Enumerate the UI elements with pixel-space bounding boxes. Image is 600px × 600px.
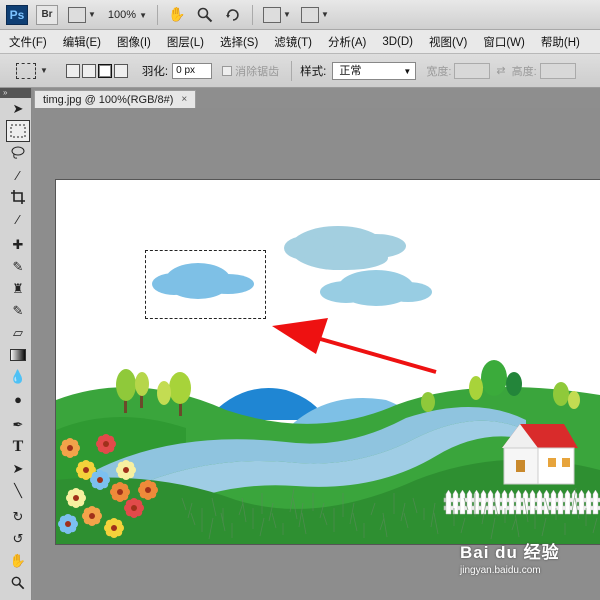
menu-window[interactable]: 窗口(W) (475, 34, 533, 50)
divider (157, 4, 159, 25)
chevron-down-icon: ▼ (283, 10, 291, 19)
menu-analysis[interactable]: 分析(A) (320, 34, 374, 50)
line-tool-icon[interactable]: ╲ (6, 480, 30, 502)
dodge-tool-icon[interactable]: ● (6, 388, 30, 410)
zoom-value: 100% (107, 8, 137, 21)
width-label: 宽度: (426, 65, 452, 78)
antialias-label: 消除锯齿 (235, 65, 280, 78)
watermark-brand: Bai du 经验 (460, 543, 560, 562)
magic-wand-tool-icon[interactable]: ⁄ (6, 164, 30, 186)
gradient-tool-icon[interactable] (6, 344, 30, 366)
baidu-watermark: Bai du 经验 jingyan.baidu.com (460, 538, 560, 576)
cloud-large (284, 226, 406, 270)
path-selection-tool-icon[interactable]: ➤ (6, 458, 30, 480)
hand-tool-icon[interactable]: ✋ (168, 6, 186, 24)
type-tool-icon[interactable]: T (6, 436, 30, 458)
pen-tool-icon[interactable]: ✒ (6, 414, 30, 436)
menu-select[interactable]: 选择(S) (212, 34, 266, 50)
chevron-down-icon: ▼ (139, 10, 148, 20)
app-bar: Ps Br ▼ 100% ▼ ✋ ▼ ▼ (0, 0, 600, 30)
watermark-url: jingyan.baidu.com (460, 565, 541, 576)
menu-file[interactable]: 文件(F) (0, 34, 55, 50)
height-input[interactable] (539, 62, 576, 79)
photoshop-logo[interactable]: Ps (6, 4, 28, 25)
zoom-tool-icon[interactable] (6, 572, 30, 594)
menu-view[interactable]: 视图(V) (421, 34, 475, 50)
menu-3d[interactable]: 3D(D) (374, 36, 421, 48)
marquee-selection[interactable] (145, 250, 266, 319)
lasso-tool-icon[interactable] (6, 142, 30, 164)
crop-tool-icon[interactable] (6, 186, 30, 208)
subtract-from-selection-button[interactable] (97, 63, 112, 78)
screen-mode-icon (300, 6, 319, 23)
launch-minibridge-button[interactable]: ▼ (68, 6, 96, 23)
menu-help[interactable]: 帮助(H) (533, 34, 588, 50)
menu-image[interactable]: 图像(I) (109, 34, 159, 50)
chevron-down-icon[interactable]: ▼ (40, 66, 48, 75)
tools-panel-collapse[interactable]: » (0, 88, 31, 98)
tools-panel: » ➤ ⁄ ⁄ ✚ ✎ ♜ ✎ ▱ 💧 ● ✒ T ➤ ╲ ↻ ↺ ✋ ◧ ↕ (0, 88, 32, 600)
rectangular-marquee-tool-icon[interactable] (6, 120, 30, 142)
chevron-down-icon: ▼ (320, 10, 329, 19)
menu-filter[interactable]: 滤镜(T) (266, 34, 320, 50)
zoom-tool-icon[interactable] (196, 6, 214, 24)
clone-stamp-tool-icon[interactable]: ♜ (6, 278, 30, 300)
menu-edit[interactable]: 编辑(E) (55, 34, 109, 50)
eyedropper-tool-icon[interactable]: ⁄ (6, 208, 30, 230)
healing-brush-tool-icon[interactable]: ✚ (6, 234, 30, 256)
document-tab[interactable]: timg.jpg @ 100%(RGB/8#) × (34, 90, 197, 108)
height-label: 高度: (511, 65, 537, 78)
blur-tool-icon[interactable]: 💧 (6, 366, 30, 388)
rotate-view-icon[interactable] (224, 6, 242, 24)
film-strip-icon (68, 6, 86, 23)
house (502, 424, 578, 485)
options-bar: ▼ 羽化: 0 px 消除锯齿 样式: 正常 宽度: ⇄ 高度: (0, 54, 600, 88)
move-tool-icon[interactable]: ➤ (6, 98, 30, 120)
selection-mode-group (65, 63, 128, 78)
close-icon[interactable]: × (181, 94, 187, 105)
swap-colors-icon[interactable]: ◧ ↕ (6, 594, 30, 600)
menu-bar: 文件(F) 编辑(E) 图像(I) 图层(L) 选择(S) 滤镜(T) 分析(A… (0, 30, 600, 54)
annotation-arrow (272, 318, 437, 374)
intersect-selection-button[interactable] (113, 63, 128, 78)
layout-icon (263, 6, 282, 23)
feather-label: 羽化: (141, 65, 169, 78)
rectangular-marquee-preset-icon[interactable] (16, 62, 36, 79)
3d-rotate-tool-icon[interactable]: ↻ (6, 506, 30, 528)
style-label: 样式: (300, 65, 327, 78)
divider (252, 4, 254, 25)
swap-icon[interactable]: ⇄ (496, 64, 505, 77)
3d-orbit-tool-icon[interactable]: ↺ (6, 528, 30, 550)
style-select[interactable]: 正常 (332, 61, 417, 80)
new-selection-button[interactable] (65, 63, 80, 78)
width-input[interactable] (454, 62, 491, 79)
chevron-down-icon: ▼ (88, 10, 96, 19)
history-brush-tool-icon[interactable]: ✎ (6, 300, 30, 322)
arrange-documents-button[interactable]: ▼ (263, 6, 291, 23)
eraser-tool-icon[interactable]: ▱ (6, 322, 30, 344)
brush-tool-icon[interactable]: ✎ (6, 256, 30, 278)
feather-input[interactable]: 0 px (172, 62, 213, 79)
screen-mode-button[interactable]: ▼ (300, 6, 329, 23)
menu-layer[interactable]: 图层(L) (159, 34, 212, 50)
bridge-logo-button[interactable]: Br (36, 4, 58, 25)
add-to-selection-button[interactable] (81, 63, 96, 78)
antialias-checkbox[interactable] (222, 65, 233, 76)
divider (291, 60, 293, 81)
zoom-level[interactable]: 100% ▼ (108, 9, 147, 21)
hand-tool-icon[interactable]: ✋ (6, 550, 30, 572)
document-tab-title: timg.jpg @ 100%(RGB/8#) (43, 93, 174, 106)
